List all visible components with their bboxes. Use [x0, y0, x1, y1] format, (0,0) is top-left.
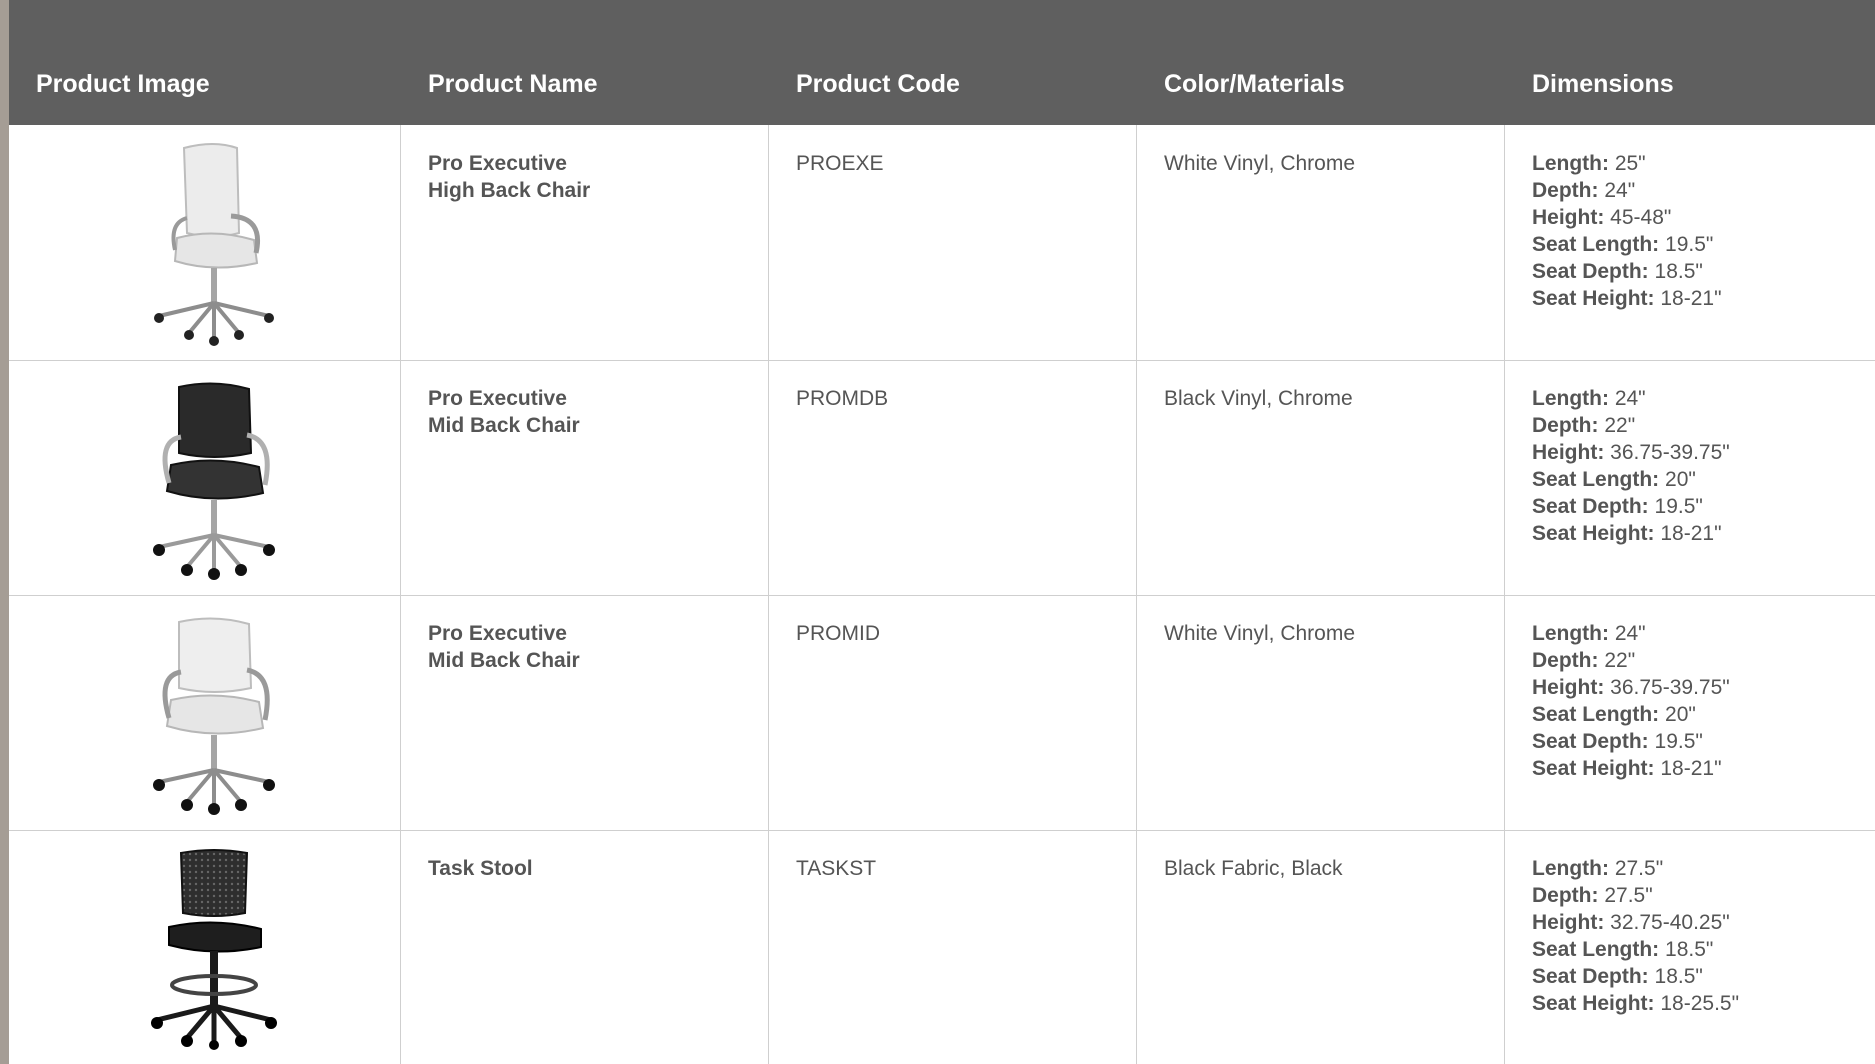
dim-seat-height: Seat Height: 18-21" — [1532, 522, 1722, 545]
header-dimensions: Dimensions — [1532, 70, 1674, 98]
product-image — [89, 370, 339, 585]
product-name: Task Stool — [428, 855, 533, 882]
dim-seat-height: Seat Height: 18-25.5" — [1532, 992, 1740, 1015]
black-mid-back-office-chair-icon — [153, 382, 275, 580]
dim-seat-depth: Seat Depth: 18.5" — [1532, 965, 1703, 988]
header-product-code: Product Code — [796, 70, 960, 98]
table-row: Pro Executive High Back Chair PROEXE Whi… — [9, 125, 1875, 361]
dim-seat-length: Seat Length: 19.5" — [1532, 233, 1714, 256]
header-color-materials: Color/Materials — [1164, 70, 1345, 98]
dim-length: Length: 25" — [1532, 152, 1646, 175]
dim-depth: Depth: 27.5" — [1532, 884, 1653, 907]
white-high-back-office-chair-icon — [154, 142, 274, 346]
product-name: Pro Executive Mid Back Chair — [428, 385, 580, 439]
table-row: Task Stool TASKST Black Fabric, Black Le… — [9, 830, 1875, 1064]
color-materials: White Vinyl, Chrome — [1164, 152, 1356, 175]
dimensions-list: Length: 25" Depth: 24" Height: 45-48" Se… — [1532, 150, 1722, 312]
table-header: Product Image Product Name Product Code … — [9, 0, 1875, 125]
dim-seat-depth: Seat Depth: 19.5" — [1532, 730, 1703, 753]
product-image — [89, 840, 339, 1055]
black-mesh-task-stool-icon — [151, 849, 277, 1050]
header-product-name: Product Name — [428, 70, 598, 98]
dim-depth: Depth: 22" — [1532, 649, 1636, 672]
white-mid-back-office-chair-icon — [153, 617, 275, 815]
dim-height: Height: 32.75-40.25" — [1532, 911, 1730, 934]
product-name: Pro Executive Mid Back Chair — [428, 620, 580, 674]
dimensions-list: Length: 27.5" Depth: 27.5" Height: 32.75… — [1532, 855, 1739, 1017]
product-name-line1: Pro Executive — [428, 622, 567, 645]
product-name-line2: Mid Back Chair — [428, 414, 580, 437]
dim-length: Length: 27.5" — [1532, 857, 1664, 880]
table-row: Pro Executive Mid Back Chair PROMID Whit… — [9, 595, 1875, 831]
product-name-line2: High Back Chair — [428, 179, 591, 202]
dim-seat-height: Seat Height: 18-21" — [1532, 757, 1722, 780]
dim-length: Length: 24" — [1532, 387, 1646, 410]
product-name: Pro Executive High Back Chair — [428, 150, 590, 204]
product-spec-sheet: Product Image Product Name Product Code … — [9, 0, 1875, 1064]
dim-height: Height: 36.75-39.75" — [1532, 676, 1730, 699]
product-code: PROEXE — [796, 152, 884, 175]
dim-seat-length: Seat Length: 20" — [1532, 468, 1696, 491]
dim-height: Height: 36.75-39.75" — [1532, 441, 1730, 464]
dimensions-list: Length: 24" Depth: 22" Height: 36.75-39.… — [1532, 620, 1730, 782]
product-name-line1: Task Stool — [428, 857, 533, 880]
color-materials: Black Vinyl, Chrome — [1164, 387, 1353, 410]
dim-seat-length: Seat Length: 18.5" — [1532, 938, 1714, 961]
product-image — [89, 135, 339, 350]
product-name-line2: Mid Back Chair — [428, 649, 580, 672]
dimensions-list: Length: 24" Depth: 22" Height: 36.75-39.… — [1532, 385, 1730, 547]
product-image — [89, 605, 339, 820]
product-name-line1: Pro Executive — [428, 152, 567, 175]
dim-seat-depth: Seat Depth: 19.5" — [1532, 495, 1703, 518]
dim-height: Height: 45-48" — [1532, 206, 1672, 229]
dim-depth: Depth: 24" — [1532, 179, 1636, 202]
dim-seat-depth: Seat Depth: 18.5" — [1532, 260, 1703, 283]
product-code: TASKST — [796, 857, 877, 880]
dim-length: Length: 24" — [1532, 622, 1646, 645]
color-materials: Black Fabric, Black — [1164, 857, 1343, 880]
product-code: PROMDB — [796, 387, 889, 410]
product-code: PROMID — [796, 622, 880, 645]
header-product-image: Product Image — [36, 70, 210, 98]
dim-depth: Depth: 22" — [1532, 414, 1636, 437]
dim-seat-height: Seat Height: 18-21" — [1532, 287, 1722, 310]
table-row: Pro Executive Mid Back Chair PROMDB Blac… — [9, 360, 1875, 596]
product-name-line1: Pro Executive — [428, 387, 567, 410]
dim-seat-length: Seat Length: 20" — [1532, 703, 1696, 726]
color-materials: White Vinyl, Chrome — [1164, 622, 1356, 645]
